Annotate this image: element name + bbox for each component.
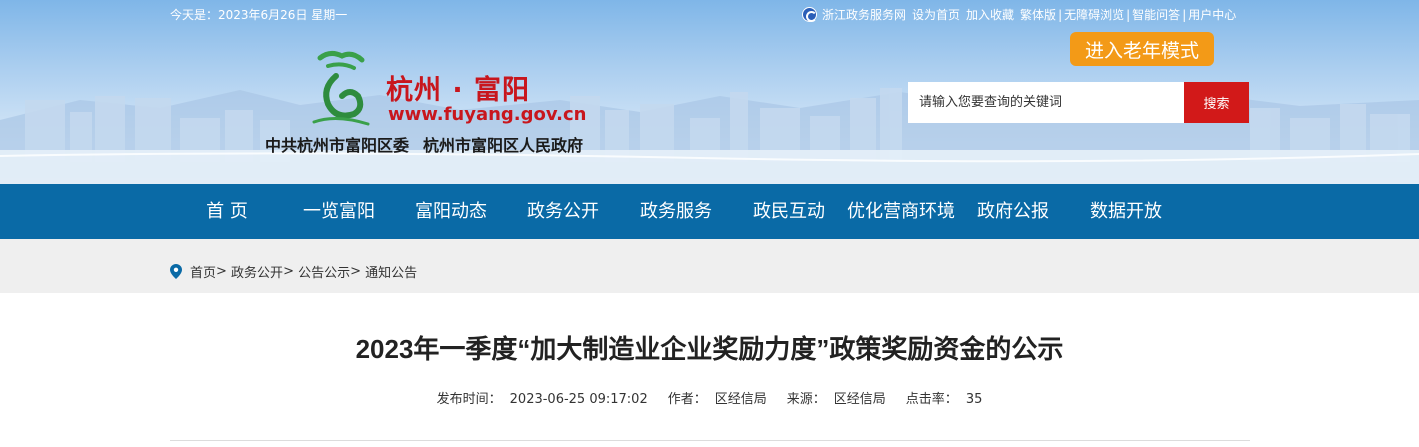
- article-content: 2023年一季度“加大制造业企业奖励力度”政策奖励资金的公示 发布时间： 2023…: [0, 293, 1419, 447]
- current-date: 今天是：2023年6月26日 星期一: [170, 8, 348, 22]
- top-info-bar: 今天是：2023年6月26日 星期一 浙江政务服务网 设为首页 加入收藏 繁体版…: [0, 0, 1419, 28]
- separator: |: [1058, 7, 1063, 22]
- breadcrumb-home[interactable]: 首页: [190, 262, 216, 281]
- org-government: 杭州市富阳区人民政府: [423, 136, 584, 155]
- header-banner: 今天是：2023年6月26日 星期一 浙江政务服务网 设为首页 加入收藏 繁体版…: [0, 0, 1419, 184]
- site-title: 杭州 · 富阳: [386, 75, 531, 106]
- source-label: 来源：: [786, 392, 826, 407]
- fuyang-logo-icon: [312, 50, 370, 126]
- nav-home[interactable]: 首 页: [197, 184, 257, 239]
- breadcrumb-announcements[interactable]: 公告公示: [298, 262, 350, 281]
- nav-gov-services[interactable]: 政务服务: [639, 184, 713, 239]
- main-nav: 首 页 一览富阳 富阳动态 政务公开 政务服务 政民互动 优化营商环境 政府公报…: [0, 184, 1419, 248]
- link-accessibility[interactable]: 无障碍浏览: [1064, 6, 1124, 23]
- publish-time-label: 发布时间：: [436, 392, 502, 407]
- link-user-center[interactable]: 用户中心: [1188, 6, 1236, 23]
- link-zhejiang-service[interactable]: 浙江政务服务网: [822, 6, 906, 23]
- publish-time: 2023-06-25 09:17:02: [509, 392, 648, 407]
- author: 区经信局: [714, 392, 767, 407]
- divider: [170, 440, 1250, 441]
- hits-count: 35: [965, 392, 983, 407]
- separator: |: [1182, 7, 1187, 22]
- breadcrumb-separator: >: [216, 264, 232, 279]
- breadcrumb: 首页 > 政务公开 > 公告公示 > 通知公告: [170, 262, 417, 281]
- breadcrumb-bar: 首页 > 政务公开 > 公告公示 > 通知公告: [0, 239, 1419, 293]
- link-smart-qa[interactable]: 智能问答: [1132, 6, 1180, 23]
- breadcrumb-gov-affairs-open[interactable]: 政务公开: [231, 262, 283, 281]
- location-pin-icon: [170, 264, 182, 279]
- nav-open-data[interactable]: 数据开放: [1089, 184, 1163, 239]
- search-input[interactable]: [908, 82, 1184, 123]
- article-meta: 发布时间： 2023-06-25 09:17:02 作者： 区经信局 来源： 区经信局 点击…: [0, 388, 1419, 407]
- link-add-favorite[interactable]: 加入收藏: [966, 6, 1014, 23]
- link-set-homepage[interactable]: 设为首页: [912, 6, 960, 23]
- search-box: 搜索: [908, 82, 1249, 123]
- article-title: 2023年一季度“加大制造业企业奖励力度”政策奖励资金的公示: [355, 334, 1064, 364]
- breadcrumb-separator: >: [283, 264, 299, 279]
- nav-gov-affairs-open[interactable]: 政务公开: [526, 184, 600, 248]
- nav-business-environment[interactable]: 优化营商环境: [845, 184, 957, 239]
- breadcrumb-separator: >: [350, 264, 366, 279]
- separator: |: [1126, 7, 1131, 22]
- hits-label: 点击率：: [905, 392, 958, 407]
- site-logo[interactable]: 杭州 · 富阳 www.fuyang.gov.cn 中共杭州市富阳区委 杭州市富阳…: [265, 48, 600, 158]
- breadcrumb-notices[interactable]: 通知公告: [365, 262, 417, 281]
- org-party-committee: 中共杭州市富阳区委: [265, 136, 410, 155]
- search-button[interactable]: 搜索: [1184, 82, 1249, 123]
- nav-news[interactable]: 富阳动态: [414, 184, 488, 239]
- nav-overview[interactable]: 一览富阳: [302, 184, 376, 239]
- zhejiang-gov-logo-icon: [802, 7, 817, 22]
- elder-mode-button[interactable]: 进入老年模式: [1070, 32, 1214, 66]
- link-traditional[interactable]: 繁体版: [1020, 6, 1056, 23]
- site-url: www.fuyang.gov.cn: [388, 104, 587, 125]
- nav-interaction[interactable]: 政民互动: [752, 184, 826, 239]
- site-organizations: 中共杭州市富阳区委 杭州市富阳区人民政府: [265, 132, 597, 156]
- source: 区经信局: [833, 392, 886, 407]
- top-links: 浙江政务服务网 设为首页 加入收藏 繁体版 | 无障碍浏览 | 智能问答 | 用…: [802, 6, 1242, 23]
- author-label: 作者：: [667, 392, 707, 407]
- nav-gov-bulletin[interactable]: 政府公报: [976, 184, 1050, 239]
